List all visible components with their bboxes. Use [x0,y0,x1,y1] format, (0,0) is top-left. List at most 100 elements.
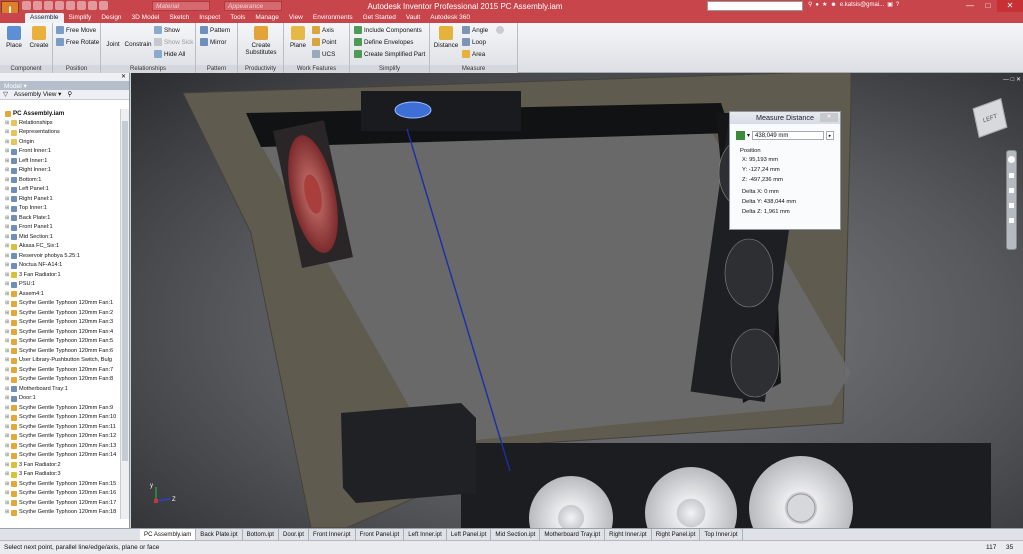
tree-item[interactable]: ⊞ Scythe Gentle Typhoon 120mm Fan:16 [0,489,121,499]
measure-expand-button[interactable]: ▸ [826,131,835,140]
tree-item[interactable]: ⊞ Reservoir phobya 5.25:1 [0,252,121,262]
expand-icon[interactable]: ⊞ [5,461,10,471]
expand-icon[interactable]: ⊞ [5,451,10,461]
expand-icon[interactable]: ⊞ [5,185,10,195]
material-dropdown[interactable]: Material [152,1,210,11]
maximize-button[interactable]: □ [979,0,997,12]
tree-item[interactable]: ⊞ PSU:1 [0,280,121,290]
expand-icon[interactable]: ⊞ [5,499,10,509]
include-components-button[interactable]: Include Components [354,26,422,34]
document-tab[interactable]: Right Inner.ipt [605,529,652,540]
panel-label-position[interactable]: Position [53,65,100,73]
exchange-icon[interactable]: ▣ [887,1,893,8]
constrain-button[interactable]: Constrain [123,41,153,48]
panel-label-relationships[interactable]: Relationships [101,65,195,73]
expand-icon[interactable]: ⊞ [5,128,10,138]
ribbon-tab-environments[interactable]: Environments [308,13,358,23]
expand-icon[interactable]: ⊞ [5,394,10,404]
tree-item[interactable]: ⊞ Scythe Gentle Typhoon 120mm Fan:3 [0,318,121,328]
expand-icon[interactable]: ⊞ [5,470,10,480]
measure-options-button[interactable] [496,26,504,34]
document-tab[interactable]: Door.ipt [279,529,310,540]
panel-label-productivity[interactable]: Productivity [238,65,283,73]
expand-icon[interactable]: ⊞ [5,328,10,338]
ribbon-tab-tools[interactable]: Tools [225,13,250,23]
create-simplified-part-button[interactable]: Create Simplified Part [354,50,425,58]
document-tab[interactable]: Mid Section.ipt [491,529,541,540]
tree-item[interactable]: ⊞ Scythe Gentle Typhoon 120mm Fan:5 [0,337,121,347]
expand-icon[interactable]: ⊞ [5,242,10,252]
expand-icon[interactable]: ⊞ [5,119,10,129]
tree-item[interactable]: ⊞ Left Panel:1 [0,185,121,195]
return-icon[interactable] [88,1,97,10]
expand-icon[interactable]: ⊞ [5,299,10,309]
document-tab[interactable]: Top Inner.ipt [700,529,743,540]
expand-icon[interactable]: ⊞ [5,204,10,214]
measure-dropdown-icon[interactable]: ▾ [747,132,750,139]
tree-item[interactable]: ⊞ Mid Section:1 [0,233,121,243]
panel-label-component[interactable]: Component [0,65,52,73]
ribbon-tab-manage[interactable]: Manage [250,13,284,23]
tree-item[interactable]: ⊞ Motherboard Tray:1 [0,385,121,395]
orbit-icon[interactable] [1009,203,1014,208]
angle-button[interactable]: Angle [462,26,488,34]
graphics-window[interactable]: Z y LEFT — □ ✕ Measure Distance ✕ ▾ 438,… [131,73,1023,528]
expand-icon[interactable]: ⊞ [5,271,10,281]
tree-item[interactable]: ⊞ Scythe Gentle Typhoon 120mm Fan:7 [0,366,121,376]
tree-item[interactable]: ⊞ Scythe Gentle Typhoon 120mm Fan:14 [0,451,121,461]
tree-item[interactable]: ⊞ 3 Fan Radiator:1 [0,271,121,281]
document-tab[interactable]: Back Plate.ipt [196,529,243,540]
joint-button[interactable]: Joint [103,41,123,48]
area-button[interactable]: Area [462,50,485,58]
steering-wheel-icon[interactable] [1008,156,1015,163]
tree-item[interactable]: ⊞ Bottom:1 [0,176,121,186]
tree-item[interactable]: ⊞ Right Panel:1 [0,195,121,205]
ribbon-tab-get-started[interactable]: Get Started [358,13,401,23]
create-substitutes-button[interactable]: Create Substitutes [241,26,281,56]
browser-scroll-thumb[interactable] [122,121,128,461]
hide-all-button[interactable]: Hide All [154,50,185,58]
expand-icon[interactable]: ⊞ [5,347,10,357]
document-tab[interactable]: Motherboard Tray.ipt [540,529,606,540]
measure-close-button[interactable]: ✕ [820,113,838,122]
free-move-button[interactable]: Free Move [56,26,96,34]
ribbon-tab-vault[interactable]: Vault [401,13,425,23]
document-tab[interactable]: Front Inner.ipt [309,529,356,540]
expand-icon[interactable]: ⊞ [5,442,10,452]
tree-item[interactable]: ⊞ Scythe Gentle Typhoon 120mm Fan:15 [0,480,121,490]
plane-button[interactable]: Plane [286,26,310,49]
expand-icon[interactable]: ⊞ [5,508,10,518]
expand-icon[interactable]: ⊞ [5,252,10,262]
open-icon[interactable] [33,1,42,10]
mirror-button[interactable]: Mirror [200,38,226,46]
ribbon-tab-autodesk-360[interactable]: Autodesk 360 [425,13,475,23]
ribbon-tab-sketch[interactable]: Sketch [164,13,194,23]
browser-close-icon[interactable]: ✕ [0,73,129,81]
tree-item[interactable]: ⊞ Relationships [0,119,121,129]
expand-icon[interactable]: ⊞ [5,138,10,148]
appearance-dropdown[interactable]: Appearance [224,1,282,11]
ribbon-tab-view[interactable]: View [284,13,308,23]
free-rotate-button[interactable]: Free Rotate [56,38,99,46]
browser-header[interactable]: Model ▾ [0,81,129,90]
show-button[interactable]: Show [154,26,180,34]
expand-icon[interactable]: ⊞ [5,290,10,300]
viewport-window-controls[interactable]: — □ ✕ [1003,76,1021,83]
tree-item[interactable]: ⊞ Scythe Gentle Typhoon 120mm Fan:10 [0,413,121,423]
expand-icon[interactable]: ⊞ [5,489,10,499]
expand-icon[interactable]: ⊞ [5,309,10,319]
tree-item[interactable]: ⊞ Right Inner:1 [0,166,121,176]
favorites-icon[interactable]: ★ [822,1,827,8]
document-tab[interactable]: PC Assembly.iam [140,529,197,540]
pattern-button[interactable]: Pattern [200,26,230,34]
tree-item[interactable]: ⊞ Left Inner:1 [0,157,121,167]
help-search-input[interactable] [707,1,803,11]
home-icon[interactable] [77,1,86,10]
tree-item[interactable]: ⊞ Akasa FC_Six:1 [0,242,121,252]
tree-item[interactable]: ⊞ Scythe Gentle Typhoon 120mm Fan:11 [0,423,121,433]
ribbon-tab-assemble[interactable]: Assemble [25,13,64,23]
filter-icon[interactable]: ▽ [3,91,8,98]
tree-item[interactable]: ⊞ Scythe Gentle Typhoon 120mm Fan:17 [0,499,121,509]
tree-item[interactable]: ⊞ Origin [0,138,121,148]
document-tab[interactable]: Right Panel.ipt [652,529,701,540]
